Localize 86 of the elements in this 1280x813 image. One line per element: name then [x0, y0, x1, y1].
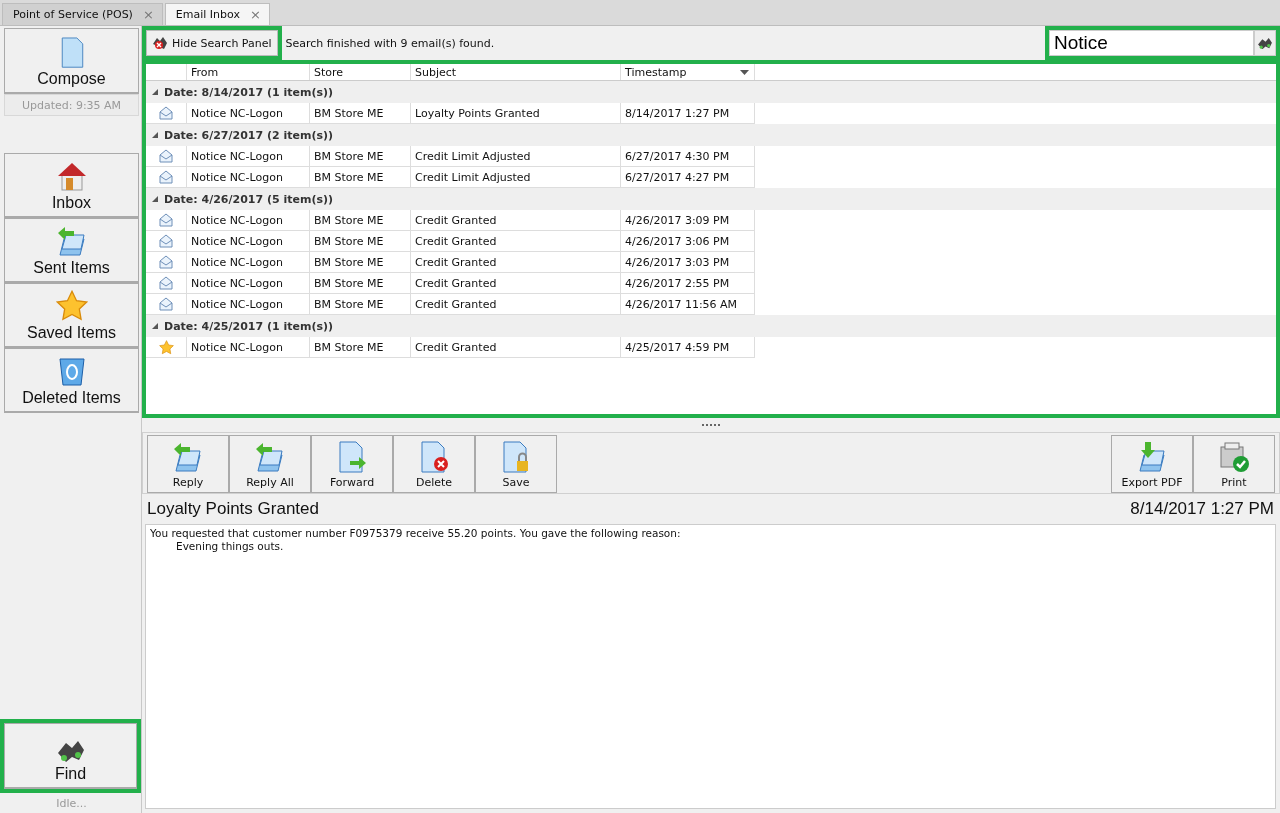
find-button[interactable]: Find — [4, 723, 137, 789]
toolbar-button[interactable]: Print — [1193, 435, 1275, 493]
table-cell: BM Store ME — [310, 252, 411, 273]
table-cell: Notice NC-Logon — [187, 337, 310, 358]
search-status-text: Search finished with 9 email(s) found. — [285, 36, 495, 50]
table-cell: Notice NC-Logon — [187, 273, 310, 294]
compose-button[interactable]: Compose — [4, 28, 139, 94]
column-header[interactable]: Store — [310, 64, 411, 80]
collapse-icon[interactable] — [152, 89, 158, 95]
group-header[interactable]: Date: 4/25/2017 (1 item(s)) — [146, 315, 1276, 337]
document-delete-icon — [418, 441, 450, 473]
envelope-icon — [159, 149, 173, 163]
table-cell: 4/26/2017 2:55 PM — [621, 273, 755, 294]
message-subject: Loyalty Points Granted — [147, 499, 319, 519]
table-cell: BM Store ME — [310, 231, 411, 252]
tab[interactable]: Email Inbox × — [164, 3, 270, 25]
group-title: Date: 4/26/2017 (5 item(s)) — [164, 192, 334, 206]
collapse-icon[interactable] — [152, 196, 158, 202]
binoculars-close-icon — [152, 36, 168, 50]
column-header[interactable]: Subject — [411, 64, 621, 80]
collapse-icon[interactable] — [152, 323, 158, 329]
toolbar-button[interactable]: Delete — [393, 435, 475, 493]
table-cell: Credit Granted — [411, 210, 621, 231]
message-timestamp: 8/14/2017 1:27 PM — [1130, 499, 1274, 519]
document-arrow-icon — [336, 441, 368, 473]
column-header[interactable]: Timestamp — [621, 64, 755, 80]
message-line: Evening things outs. — [175, 540, 285, 553]
table-cell: Credit Limit Adjusted — [411, 146, 621, 167]
envelope-icon — [159, 234, 173, 248]
table-cell: Credit Granted — [411, 273, 621, 294]
collapse-icon[interactable] — [152, 132, 158, 138]
star-icon — [158, 339, 174, 355]
table-cell: Credit Granted — [411, 337, 621, 358]
binoculars-icon — [1257, 36, 1273, 50]
envelope-icon — [159, 213, 173, 227]
group-title: Date: 8/14/2017 (1 item(s)) — [164, 85, 334, 99]
table-cell: 4/26/2017 3:06 PM — [621, 231, 755, 252]
group-header[interactable]: Date: 4/26/2017 (5 item(s)) — [146, 188, 1276, 210]
table-cell: Notice NC-Logon — [187, 252, 310, 273]
group-header[interactable]: Date: 8/14/2017 (1 item(s)) — [146, 81, 1276, 103]
column-header[interactable]: From — [187, 64, 310, 80]
folder-button[interactable]: Saved Items — [4, 283, 139, 348]
toolbar-button[interactable]: Reply All — [229, 435, 311, 493]
folder-button[interactable]: Sent Items — [4, 218, 139, 283]
document-icon — [59, 36, 84, 68]
hide-search-panel-button[interactable]: Hide Search Panel — [146, 30, 278, 56]
printer-check-icon — [1218, 441, 1250, 473]
table-cell: 6/27/2017 4:30 PM — [621, 146, 755, 167]
group-header[interactable]: Date: 6/27/2017 (2 item(s)) — [146, 124, 1276, 146]
envelope-icon — [159, 297, 173, 311]
folder-button[interactable]: Inbox — [4, 153, 139, 218]
paper-download-icon — [1136, 441, 1168, 473]
star-icon — [55, 290, 88, 322]
table-cell: 4/26/2017 3:03 PM — [621, 252, 755, 273]
paper-stack-icon — [254, 441, 286, 473]
status-text: Idle... — [55, 795, 88, 812]
binoculars-icon — [55, 739, 86, 763]
table-cell: BM Store ME — [310, 146, 411, 167]
search-field[interactable]: Notice — [1049, 30, 1254, 56]
group-title: Date: 6/27/2017 (2 item(s)) — [164, 128, 334, 142]
toolbar-button[interactable]: Save — [475, 435, 557, 493]
table-cell: Notice NC-Logon — [187, 231, 310, 252]
table-cell: 4/25/2017 4:59 PM — [621, 337, 755, 358]
updated-label: Updated: 9:35 AM — [4, 94, 139, 116]
table-cell: Credit Granted — [411, 231, 621, 252]
toolbar-button[interactable]: Reply — [147, 435, 229, 493]
envelope-icon — [159, 170, 173, 184]
table-cell: Notice NC-Logon — [187, 210, 310, 231]
tab[interactable]: Point of Service (POS) × — [2, 3, 163, 25]
table-cell: BM Store ME — [310, 210, 411, 231]
find-button[interactable] — [1254, 30, 1276, 56]
envelope-icon — [159, 276, 173, 290]
table-cell: BM Store ME — [310, 337, 411, 358]
table-cell: Notice NC-Logon — [187, 146, 310, 167]
table-cell: BM Store ME — [310, 273, 411, 294]
paper-stack-icon — [172, 441, 204, 473]
group-title: Date: 4/25/2017 (1 item(s)) — [164, 319, 334, 333]
envelope-icon — [159, 106, 173, 120]
folder-button[interactable]: Deleted Items — [4, 348, 139, 413]
table-cell: 4/26/2017 3:09 PM — [621, 210, 755, 231]
table-cell: Credit Granted — [411, 252, 621, 273]
toolbar-button[interactable]: Export PDF — [1111, 435, 1193, 493]
toolbar-button[interactable]: Forward — [311, 435, 393, 493]
envelope-icon — [159, 255, 173, 269]
message-line: You requested that customer number F0975379 receive 55.20 points. You gave the following reason: — [150, 527, 682, 540]
close-icon[interactable]: × — [249, 7, 261, 22]
